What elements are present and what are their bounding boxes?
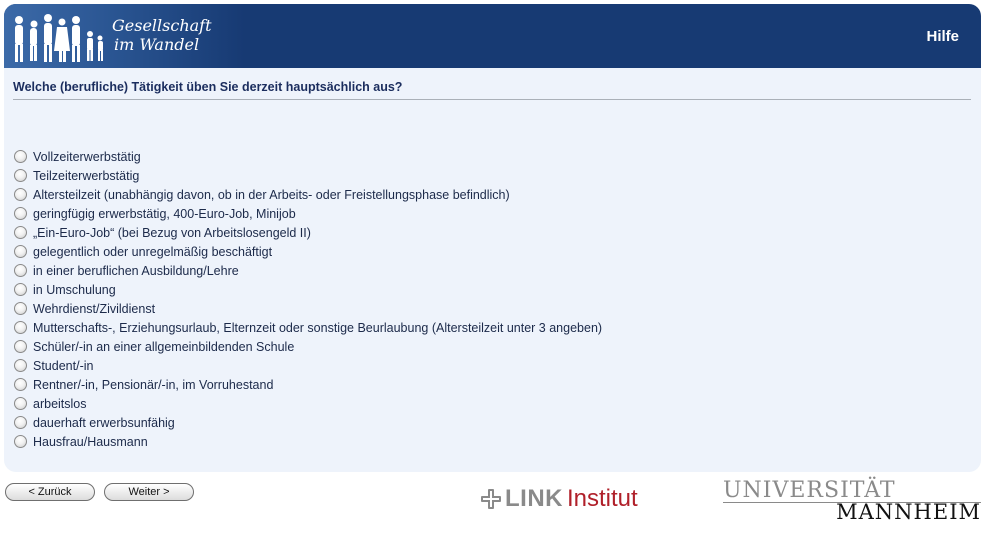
people-silhouettes-icon: [15, 14, 103, 62]
option-rentner[interactable]: Rentner/-in, Pensionär/-in, im Vorruhest…: [14, 375, 602, 394]
option-label: Schüler/-in an einer allgemeinbildenden …: [33, 339, 295, 354]
option-label: „Ein-Euro-Job“ (bei Bezug von Arbeitslos…: [33, 225, 311, 240]
radio-button-icon[interactable]: [14, 321, 27, 334]
back-button[interactable]: < Zurück: [5, 483, 95, 501]
option-ausbildung[interactable]: in einer beruflichen Ausbildung/Lehre: [14, 261, 602, 280]
link-logo-institut: Institut: [567, 485, 638, 512]
option-label: in einer beruflichen Ausbildung/Lehre: [33, 263, 239, 278]
option-label: dauerhaft erwerbsunfähig: [33, 415, 175, 430]
radio-button-icon[interactable]: [14, 340, 27, 353]
logo-line-2: im Wandel: [114, 35, 200, 54]
link-logo-wordmark: LINK: [505, 485, 563, 512]
option-umschulung[interactable]: in Umschulung: [14, 280, 602, 299]
header-bar: Gesellschaft im Wandel Hilfe: [4, 4, 981, 68]
option-label: in Umschulung: [33, 282, 116, 297]
link-institut-logo: LINK Institut: [481, 485, 638, 513]
university-mannheim-logo: UNIVERSITÄT MANNHEIM: [723, 478, 981, 524]
answer-options: Vollzeiterwerbstätig Teilzeiterwerbstäti…: [14, 147, 602, 451]
option-erwerbsunfaehig[interactable]: dauerhaft erwerbsunfähig: [14, 413, 602, 432]
option-label: Vollzeiterwerbstätig: [33, 149, 141, 164]
link-cross-icon: [481, 489, 501, 509]
radio-button-icon[interactable]: [14, 397, 27, 410]
radio-button-icon[interactable]: [14, 283, 27, 296]
radio-button-icon[interactable]: [14, 245, 27, 258]
next-button[interactable]: Weiter >: [104, 483, 194, 501]
option-label: geringfügig erwerbstätig, 400-Euro-Job, …: [33, 206, 296, 221]
option-label: Wehrdienst/Zivildienst: [33, 301, 156, 316]
option-gelegentlich[interactable]: gelegentlich oder unregelmäßig beschäfti…: [14, 242, 602, 261]
option-elternzeit[interactable]: Mutterschafts-, Erziehungsurlaub, Eltern…: [14, 318, 602, 337]
option-student[interactable]: Student/-in: [14, 356, 602, 375]
option-label: Mutterschafts-, Erziehungsurlaub, Eltern…: [33, 320, 603, 335]
divider: [13, 99, 971, 100]
option-label: Hausfrau/Hausmann: [33, 434, 148, 449]
radio-button-icon[interactable]: [14, 302, 27, 315]
radio-button-icon[interactable]: [14, 150, 27, 163]
radio-button-icon[interactable]: [14, 264, 27, 277]
option-teilzeit[interactable]: Teilzeiterwerbstätig: [14, 166, 602, 185]
survey-panel: Gesellschaft im Wandel Hilfe Welche (ber…: [4, 4, 981, 472]
option-label: arbeitslos: [33, 396, 87, 411]
option-wehrdienst[interactable]: Wehrdienst/Zivildienst: [14, 299, 602, 318]
option-label: Teilzeiterwerbstätig: [33, 168, 140, 183]
uni-logo-line-2: MANNHEIM: [836, 500, 981, 524]
logo-text: Gesellschaft im Wandel: [112, 16, 212, 54]
option-label: gelegentlich oder unregelmäßig beschäfti…: [33, 244, 273, 259]
option-vollzeit[interactable]: Vollzeiterwerbstätig: [14, 147, 602, 166]
radio-button-icon[interactable]: [14, 207, 27, 220]
help-link[interactable]: Hilfe: [926, 28, 959, 45]
project-logo: Gesellschaft im Wandel: [4, 4, 244, 68]
radio-button-icon[interactable]: [14, 226, 27, 239]
question-text: Welche (berufliche) Tätigkeit üben Sie d…: [13, 80, 403, 94]
option-label: Student/-in: [33, 358, 94, 373]
option-arbeitslos[interactable]: arbeitslos: [14, 394, 602, 413]
logo-line-1: Gesellschaft: [112, 16, 212, 35]
option-label: Rentner/-in, Pensionär/-in, im Vorruhest…: [33, 377, 274, 392]
option-hausfrau-hausmann[interactable]: Hausfrau/Hausmann: [14, 432, 602, 451]
radio-button-icon[interactable]: [14, 378, 27, 391]
radio-button-icon[interactable]: [14, 169, 27, 182]
option-geringfuegig[interactable]: geringfügig erwerbstätig, 400-Euro-Job, …: [14, 204, 602, 223]
radio-button-icon[interactable]: [14, 416, 27, 429]
radio-button-icon[interactable]: [14, 359, 27, 372]
radio-button-icon[interactable]: [14, 435, 27, 448]
option-ein-euro-job[interactable]: „Ein-Euro-Job“ (bei Bezug von Arbeitslos…: [14, 223, 602, 242]
option-altersteilzeit[interactable]: Altersteilzeit (unabhängig davon, ob in …: [14, 185, 602, 204]
radio-button-icon[interactable]: [14, 188, 27, 201]
option-schueler[interactable]: Schüler/-in an einer allgemeinbildenden …: [14, 337, 602, 356]
option-label: Altersteilzeit (unabhängig davon, ob in …: [33, 187, 510, 202]
